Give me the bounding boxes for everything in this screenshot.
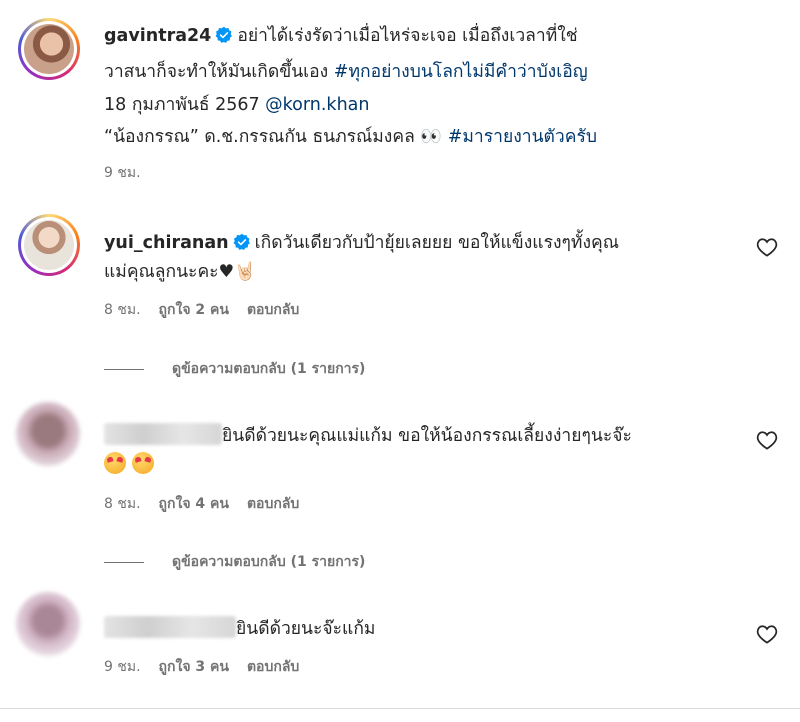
comment-2-meta: 8 ชม. ถูกใจ 4 คน ตอบกลับ — [104, 494, 317, 514]
comment-1-text-2: แม่คุณลูกนะคะ♥🤘🏻 — [104, 262, 257, 282]
verified-badge-icon — [233, 233, 250, 250]
post-caption-text-1: อย่าได้เร่งรัดว่าเมื่อไหร่จะเจอ เมื่อถึง… — [237, 26, 578, 46]
comment-2-view-replies-button[interactable]: ดูข้อความตอบกลับ (1 รายการ) — [104, 552, 365, 572]
comment-3-username-blurred[interactable] — [104, 616, 236, 638]
comment-1-likes[interactable]: ถูกใจ 2 คน — [159, 302, 229, 318]
post-hashtag-2[interactable]: #มารายงานตัวครับ — [448, 127, 597, 147]
post-mention[interactable]: @korn.khan — [265, 95, 369, 115]
post-meta: 9 ชม. — [104, 163, 159, 183]
comment-3-meta: 9 ชม. ถูกใจ 3 คน ตอบกลับ — [104, 657, 317, 677]
post-caption-line-2: วาสนาก็จะทำให้มันเกิดขึ้นเอง #ทุกอย่างบน… — [104, 56, 588, 88]
comment-1-text-1: เกิดวันเดียวกับป้ายุ้ยเลยยย ขอให้แข็งแรง… — [254, 233, 619, 253]
post-caption-line-3: 18 กุมภาพันธ์ 2567 @korn.khan — [104, 89, 369, 121]
comment-2-text-1: ยินดีด้วยนะคุณแม่แก้ม ขอให้น้องกรรณเลี้ย… — [222, 426, 632, 446]
comment-1-view-replies-label: ดูข้อความตอบกลับ (1 รายการ) — [172, 361, 366, 377]
comment-2-likes[interactable]: ถูกใจ 4 คน — [159, 496, 229, 512]
like-heart-icon[interactable] — [756, 624, 778, 644]
post-author-username[interactable]: gavintra24 — [104, 26, 211, 46]
smiling-face-with-hearts-icon — [132, 452, 154, 474]
like-heart-icon[interactable] — [756, 237, 778, 257]
post-caption-text-2: วาสนาก็จะทำให้มันเกิดขึ้นเอง — [104, 62, 334, 82]
post-caption-date: 18 กุมภาพันธ์ 2567 — [104, 95, 266, 115]
post-time[interactable]: 9 ชม. — [104, 165, 141, 181]
comment-2-view-replies-label: ดูข้อความตอบกลับ (1 รายการ) — [172, 554, 366, 570]
comment-2-username-blurred[interactable] — [104, 423, 222, 445]
comment-1-reply-button[interactable]: ตอบกลับ — [247, 302, 299, 318]
divider — [0, 708, 800, 709]
comment-3-text-1: ยินดีด้วยนะจ๊ะแก้ม — [236, 619, 376, 639]
comment-1-avatar[interactable] — [18, 214, 80, 276]
comment-2-reply-button[interactable]: ตอบกลับ — [247, 496, 299, 512]
comment-3-time[interactable]: 9 ชม. — [104, 659, 141, 675]
comment-1-line-1: yui_chiranan เกิดวันเดียวกับป้ายุ้ยเลยยย … — [104, 227, 619, 259]
post-caption-text-4: “น้องกรรณ” ด.ช.กรรณกัน ธนภรณ์มงคล 👀 — [104, 127, 448, 147]
comment-1-meta: 8 ชม. ถูกใจ 2 คน ตอบกลับ — [104, 300, 317, 320]
post-hashtag-1[interactable]: #ทุกอย่างบนโลกไม่มีคำว่าบังเอิญ — [334, 62, 588, 82]
comment-1-line-2: แม่คุณลูกนะคะ♥🤘🏻 — [104, 256, 256, 288]
comment-3-likes[interactable]: ถูกใจ 3 คน — [159, 659, 229, 675]
comment-3-avatar[interactable] — [16, 592, 80, 656]
comment-3-line-1: ยินดีด้วยนะจ๊ะแก้ม — [104, 613, 375, 645]
comment-2-time[interactable]: 8 ชม. — [104, 496, 141, 512]
comment-2-avatar[interactable] — [16, 402, 80, 466]
smiling-face-with-hearts-icon — [104, 452, 126, 474]
post-caption-line-1: gavintra24 อย่าได้เร่งรัดว่าเมื่อไหร่จะเจ… — [104, 20, 578, 52]
divider — [104, 368, 144, 370]
post-author-avatar[interactable] — [18, 18, 80, 80]
comment-2-line-2 — [104, 449, 160, 481]
like-heart-icon[interactable] — [756, 430, 778, 450]
comment-1-time[interactable]: 8 ชม. — [104, 302, 141, 318]
post-caption-line-4: “น้องกรรณ” ด.ช.กรรณกัน ธนภรณ์มงคล 👀 #มาร… — [104, 121, 597, 153]
comment-1-username[interactable]: yui_chiranan — [104, 233, 229, 253]
comment-3-reply-button[interactable]: ตอบกลับ — [247, 659, 299, 675]
comment-2-line-1: ยินดีด้วยนะคุณแม่แก้ม ขอให้น้องกรรณเลี้ย… — [104, 420, 632, 452]
comment-1-view-replies-button[interactable]: ดูข้อความตอบกลับ (1 รายการ) — [104, 359, 365, 379]
divider — [104, 561, 144, 563]
verified-badge-icon — [215, 26, 233, 43]
